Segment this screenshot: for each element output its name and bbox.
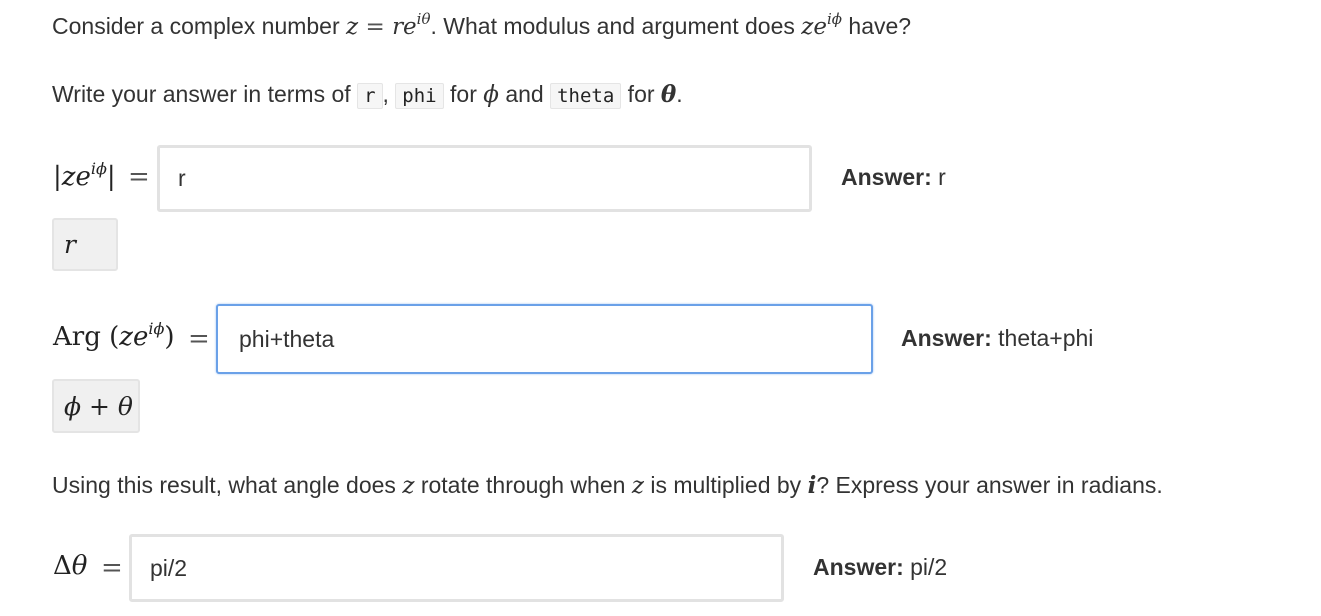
rotation-equals: = [101,553,123,583]
math-exponent: iϕ [90,159,107,178]
modulus-label: |zeiϕ| [53,159,116,193]
instructions-text: Write your answer in terms of [52,81,358,107]
math-theta: θ [71,551,88,581]
math-exponent: iϕ [827,10,843,28]
preview-value: ϕ + θ [64,391,133,421]
math-exponent: iϕ [148,319,165,338]
math-exponent: iθ [416,10,431,28]
modulus-answer: Answer: r [841,164,946,191]
answer-label: Answer: [841,164,932,190]
math-z: z [631,473,644,499]
question-text: Using this result, what angle does [52,472,403,498]
argument-answer: Answer: theta+phi [901,325,1093,352]
argument-preview: ϕ + θ [52,379,140,433]
answer-value: r [931,164,946,190]
math-equals: = [358,14,393,40]
argument-input[interactable] [216,304,873,374]
answer-label: Answer: [813,554,904,580]
question-text: have? [842,13,912,39]
separator: , [382,81,396,107]
preview-value: r [64,230,76,259]
math-ze: ze [119,322,149,352]
abs-bar: | [106,162,116,192]
modulus-input[interactable] [157,145,812,212]
delta-symbol: Δ [53,551,72,581]
code-theta: theta [550,83,622,109]
question-text: . What modulus and argument does [430,13,802,39]
rotation-answer: Answer: pi/2 [813,554,947,581]
paren-open: ( [100,322,120,352]
math-ze: ze [801,14,827,40]
math-ze: ze [61,162,91,192]
question-text: is multiplied by [643,472,808,498]
math-z: z [402,473,415,499]
question-text: ? Express your answer in radians. [816,472,1163,498]
symbol-theta: θ [660,81,677,108]
argument-equals: = [188,324,210,354]
modulus-equals: = [128,162,150,192]
math-i: i [807,472,817,499]
abs-bar: | [53,162,62,192]
arg-operator: Arg [53,322,101,352]
question-modulus-argument: Consider a complex number z = reiθ. What… [52,12,911,41]
instructions-text: for [621,81,661,107]
instructions-text: for [443,81,484,107]
question-text: rotate through when [414,472,632,498]
answer-value: theta+phi [991,325,1094,351]
instructions-text: and [498,81,551,107]
answer-instructions: Write your answer in terms of r, phi for… [52,80,683,110]
argument-label: Arg (zeiϕ) [53,319,175,353]
math-z: z [346,14,359,40]
symbol-phi: ϕ [483,82,499,108]
rotation-input[interactable] [129,534,784,602]
paren-close: ) [164,322,175,352]
answer-value: pi/2 [903,554,948,580]
rotation-label: Δθ [53,551,87,581]
math-re: re [392,14,417,40]
question-text: Consider a complex number [52,13,347,39]
instructions-text: . [676,81,683,107]
modulus-preview: r [52,218,118,271]
code-r: r [357,83,383,109]
question-rotation: Using this result, what angle does z rot… [52,471,1163,500]
answer-label: Answer: [901,325,992,351]
code-phi: phi [395,83,444,109]
